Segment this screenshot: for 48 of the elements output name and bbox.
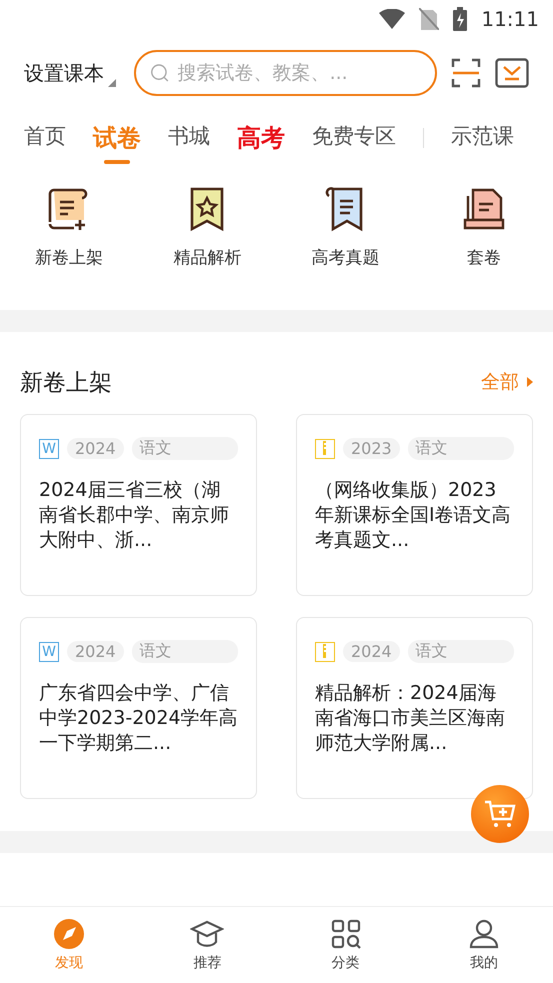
year-tag: 2024	[343, 641, 400, 662]
paper-title: 精品解析：2024届海南省海口市美兰区海南师范大学附属...	[315, 681, 506, 756]
grid-search-icon	[330, 918, 362, 950]
paper-card[interactable]: 2023 语文 （网络收集版）2023年新课标全国I卷语文高考真题文...	[296, 414, 533, 596]
shortcut-item[interactable]: 新卷上架	[0, 184, 138, 302]
section-title: 新卷上架	[20, 368, 112, 398]
clock-time: 11:11	[481, 7, 539, 31]
zip-file-icon	[315, 438, 335, 458]
subject-tag: 语文	[132, 640, 238, 663]
category-tab[interactable]: 免费专区	[312, 122, 396, 150]
nav-tab[interactable]: 我的	[414, 907, 553, 983]
shortcut-item[interactable]: 高考真题	[276, 184, 415, 302]
shortcut-item[interactable]: 精品解析	[138, 184, 276, 302]
cart-plus-icon	[484, 799, 516, 829]
search-icon	[150, 62, 170, 84]
battery-charging-icon	[453, 7, 468, 31]
user-icon	[468, 918, 500, 950]
paper-card[interactable]: W 2024 语文 2024届三省三校（湖南省长郡中学、南京师大附中、浙...	[20, 414, 257, 596]
compass-icon	[53, 918, 86, 950]
subject-tag: 语文	[408, 640, 514, 663]
caret-icon	[108, 78, 116, 86]
search-field[interactable]: 搜索试卷、教案、...	[134, 50, 437, 96]
year-tag: 2024	[67, 641, 124, 662]
word-file-icon: W	[39, 642, 59, 662]
textbook-selector[interactable]: 设置课本	[24, 60, 116, 86]
year-tag: 2024	[67, 438, 124, 459]
shortcut-item[interactable]: 套卷	[414, 184, 553, 302]
message-icon[interactable]	[495, 58, 529, 88]
nav-tab[interactable]: 分类	[276, 907, 415, 983]
category-tab[interactable]: 书城	[168, 122, 210, 150]
paper-title: 广东省四会中学、广信中学2023-2024学年高一下学期第二...	[39, 681, 238, 756]
word-file-icon: W	[39, 438, 59, 458]
category-tab[interactable]: 示范课	[451, 122, 514, 150]
paper-title: （网络收集版）2023年新课标全国I卷语文高考真题文...	[315, 478, 512, 553]
wifi-icon	[379, 9, 406, 29]
category-tab[interactable]: 高考	[237, 122, 285, 154]
zip-file-icon	[315, 642, 335, 662]
paper-title: 2024届三省三校（湖南省长郡中学、南京师大附中、浙...	[39, 478, 230, 553]
no-sim-icon	[419, 8, 440, 30]
scan-icon[interactable]	[451, 58, 481, 88]
nav-tab[interactable]: 推荐	[138, 907, 276, 983]
subject-tag: 语文	[132, 437, 238, 460]
graduation-cap-icon	[190, 918, 224, 950]
category-tab[interactable]: 首页	[24, 122, 66, 150]
year-tag: 2023	[343, 438, 400, 459]
paper-card[interactable]: W 2024 语文 广东省四会中学、广信中学2023-2024学年高一下学期第二...	[20, 617, 257, 799]
subject-tag: 语文	[408, 437, 514, 460]
caret-icon	[527, 377, 533, 387]
